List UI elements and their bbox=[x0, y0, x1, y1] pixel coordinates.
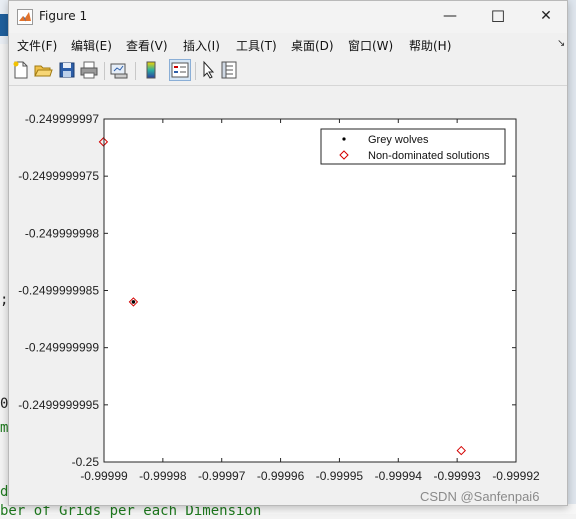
y-tick-label: -0.2499999975 bbox=[18, 169, 99, 183]
legend-label-grey-wolves: Grey wolves bbox=[368, 134, 429, 146]
x-tick-label: -0.99992 bbox=[492, 469, 540, 483]
x-tick-label: -0.99993 bbox=[433, 469, 481, 483]
legend[interactable]: Grey wolves Non-dominated solutions bbox=[320, 128, 506, 165]
figure-window: Figure 1 — ☐ ✕ 文件(F) 编辑(E) 查看(V) 插入(I) 工… bbox=[8, 0, 568, 506]
y-tick-label: -0.25 bbox=[72, 455, 100, 469]
x-tick-label: -0.99999 bbox=[80, 469, 128, 483]
figure-canvas: -0.99999 -0.99998 -0.99997 -0.99996 -0.99995… bbox=[18, 112, 540, 483]
x-tick-label: -0.99995 bbox=[316, 469, 364, 483]
watermark: CSDN @Sanfenpai6 bbox=[420, 489, 540, 504]
background-editor-edge bbox=[568, 0, 576, 514]
x-tick-label: -0.99996 bbox=[257, 469, 305, 483]
grey-wolf-point bbox=[131, 300, 136, 304]
x-tick-label: -0.99997 bbox=[198, 469, 246, 483]
y-tick-label: -0.2499999995 bbox=[18, 398, 99, 412]
x-tick-label: -0.99994 bbox=[375, 469, 423, 483]
y-tick-label: -0.249999998 bbox=[25, 226, 99, 240]
axes-background bbox=[104, 119, 516, 462]
legend-label-non-dominated: Non-dominated solutions bbox=[368, 150, 490, 162]
legend-marker-grey-wolves bbox=[342, 137, 346, 141]
y-tick-label: -0.2499999985 bbox=[18, 284, 99, 298]
y-tick-label: -0.249999997 bbox=[25, 112, 99, 126]
x-tick-label: -0.99998 bbox=[139, 469, 187, 483]
y-tick-label: -0.249999999 bbox=[25, 341, 99, 355]
